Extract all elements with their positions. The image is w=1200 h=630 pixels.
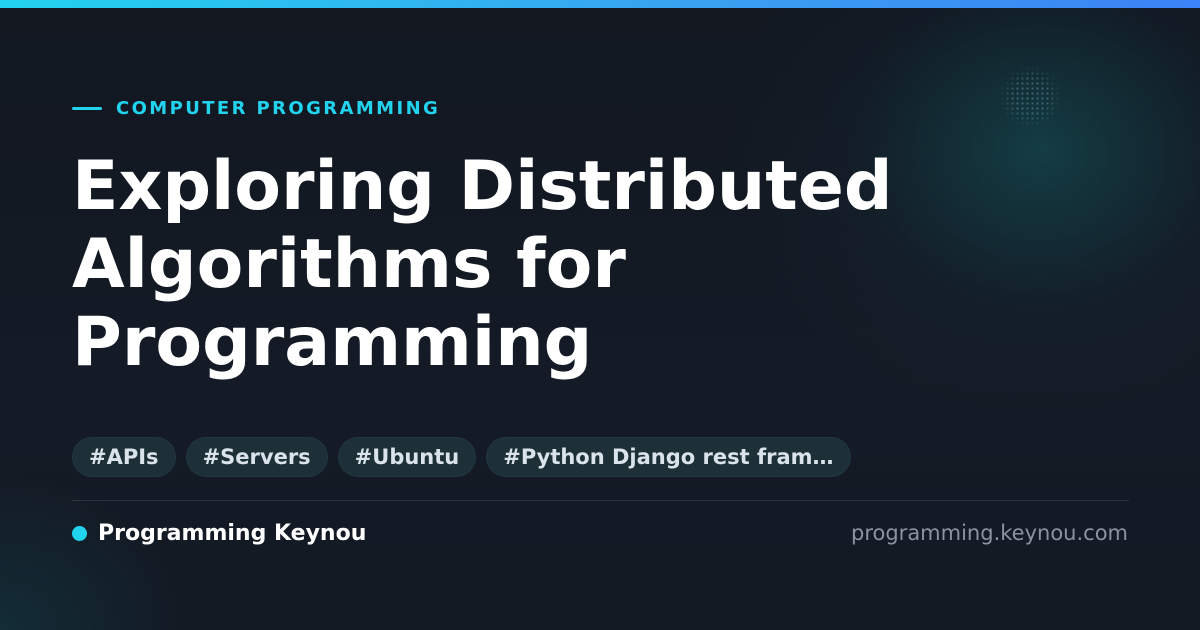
tag-ubuntu[interactable]: #Ubuntu: [337, 437, 477, 477]
tag-list: #APIs #Servers #Ubuntu #Python Django re…: [72, 437, 851, 477]
category-text: COMPUTER PROGRAMMING: [116, 97, 441, 119]
tag-servers[interactable]: #Servers: [185, 437, 328, 477]
brand: Programming Keynou: [72, 518, 366, 548]
divider: [72, 500, 1129, 501]
share-card: COMPUTER PROGRAMMING Exploring Distribut…: [0, 0, 1200, 630]
top-accent-bar: [0, 0, 1200, 8]
tag-apis[interactable]: #APIs: [72, 437, 176, 477]
category-dash-icon: [72, 106, 102, 110]
dot-pattern-decoration: [1000, 66, 1062, 128]
site-url: programming.keynou.com: [851, 521, 1128, 545]
category-label: COMPUTER PROGRAMMING: [72, 96, 440, 120]
brand-dot-icon: [72, 525, 87, 541]
brand-name: Programming Keynou: [98, 520, 367, 546]
page-title: Exploring Distributed Algorithms for Pro…: [72, 147, 893, 382]
tag-python-django[interactable]: #Python Django rest fram…: [486, 437, 851, 477]
